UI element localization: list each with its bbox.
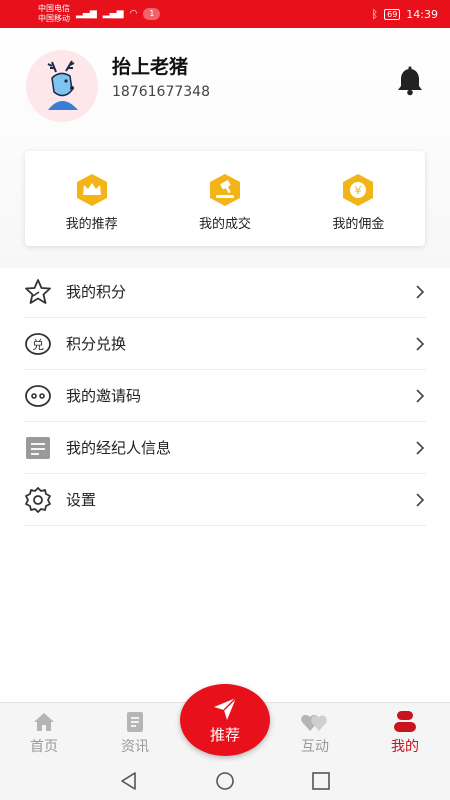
notification-badge: 1	[143, 8, 161, 20]
carrier-2: 中国移动	[38, 14, 70, 23]
home-icon	[34, 713, 54, 731]
menu-item-label: 我的积分	[66, 283, 127, 301]
chevron-right-icon	[416, 440, 425, 455]
quick-action-label: 我的推荐	[65, 217, 118, 232]
my-deals-button[interactable]: 我的成交	[158, 151, 291, 246]
recommend-button[interactable]: 推荐	[180, 684, 270, 756]
recents-icon[interactable]	[309, 770, 333, 792]
home-circle-icon[interactable]	[213, 770, 237, 792]
chat-bubble-icon	[25, 384, 51, 407]
quick-actions-card: 我的推荐 我的成交 ¥ 我的佣金	[25, 151, 425, 246]
menu-list: 我的积分 兑 积分兑换 我的邀请码 我的经纪人信息 设置	[24, 266, 426, 526]
tab-news[interactable]: 资讯	[105, 711, 165, 756]
menu-item-points[interactable]: 我的积分	[24, 266, 426, 318]
tab-label: 互动	[301, 739, 329, 755]
bluetooth-icon: ᛒ	[371, 7, 379, 21]
deer-avatar-icon	[26, 50, 98, 122]
news-icon	[127, 712, 143, 732]
battery-indicator: 69	[384, 8, 401, 20]
avatar[interactable]	[26, 50, 98, 122]
chevron-right-icon	[416, 492, 425, 507]
my-recommend-button[interactable]: 我的推荐	[25, 151, 158, 246]
signal-icon-2: ▂▄▆	[102, 9, 124, 19]
quick-action-label: 我的成交	[198, 217, 251, 232]
menu-item-points-exchange[interactable]: 兑 积分兑换	[24, 318, 426, 370]
menu-item-label: 我的经纪人信息	[66, 439, 172, 457]
user-phone: 18761677348	[112, 84, 210, 100]
tab-interact[interactable]: 互动	[285, 711, 345, 756]
chevron-right-icon	[416, 388, 425, 403]
chevron-right-icon	[416, 284, 425, 299]
user-icon	[394, 711, 416, 732]
user-name: 抬上老猪	[112, 56, 189, 78]
star-icon	[25, 278, 51, 304]
gavel-icon	[209, 174, 240, 206]
tab-label: 首页	[30, 739, 58, 755]
carrier-info: 中国电信 中国移动	[38, 4, 70, 24]
svg-text:¥: ¥	[355, 184, 362, 197]
bell-icon[interactable]	[394, 66, 426, 96]
system-nav-bar	[0, 762, 450, 800]
menu-item-label: 我的邀请码	[66, 387, 142, 405]
quick-action-label: 我的佣金	[332, 217, 385, 232]
menu-item-invite-code[interactable]: 我的邀请码	[24, 370, 426, 422]
crown-icon	[76, 174, 107, 206]
yen-icon: ¥	[343, 174, 374, 206]
tab-label: 我的	[391, 739, 419, 755]
signal-icon: ▂▄▆	[76, 9, 97, 19]
tab-home[interactable]: 首页	[14, 711, 74, 756]
chevron-right-icon	[416, 336, 425, 351]
menu-item-label: 积分兑换	[66, 335, 127, 353]
gear-icon	[25, 486, 51, 513]
send-arrow-icon	[214, 697, 237, 720]
clock: 14:39	[406, 7, 438, 21]
tab-mine[interactable]: 我的	[375, 711, 435, 756]
menu-item-settings[interactable]: 设置	[24, 474, 426, 526]
document-icon	[26, 436, 50, 459]
svg-text:兑: 兑	[32, 338, 44, 352]
menu-item-label: 设置	[66, 491, 97, 509]
my-commission-button[interactable]: ¥ 我的佣金	[292, 151, 425, 246]
exchange-icon: 兑	[25, 332, 51, 355]
hearts-icon	[301, 714, 327, 731]
wifi-icon: ◠	[129, 9, 138, 19]
recommend-label: 推荐	[209, 725, 240, 744]
back-icon[interactable]	[117, 770, 141, 792]
menu-item-agent-info[interactable]: 我的经纪人信息	[24, 422, 426, 474]
tab-label: 资讯	[121, 739, 149, 755]
status-bar: 中国电信 中国移动 ▂▄▆ ▂▄▆ ◠ 1 ᛒ 69 14:39	[0, 0, 450, 28]
carrier-1: 中国电信	[38, 4, 70, 13]
